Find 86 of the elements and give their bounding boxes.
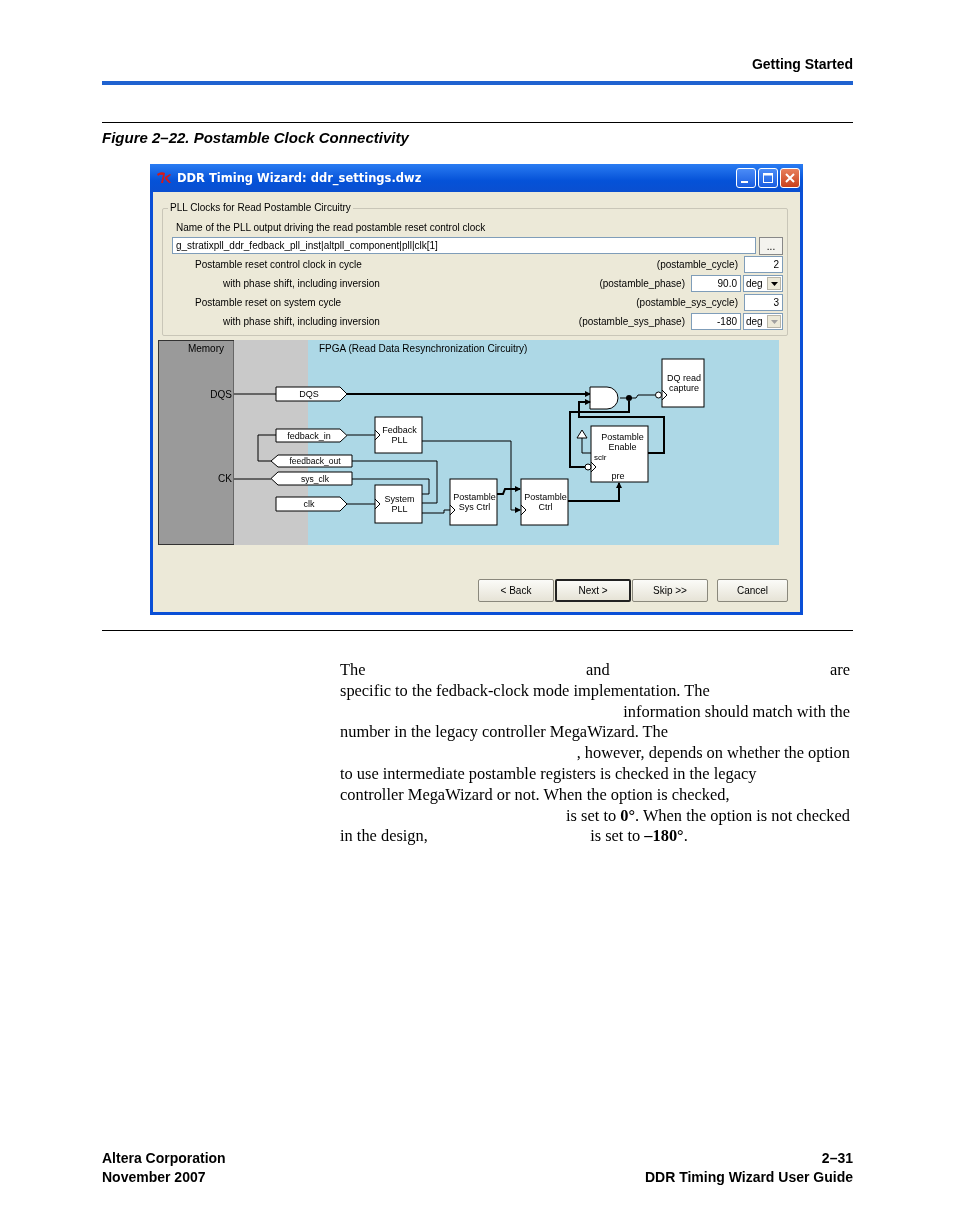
and-gate-icon [589, 386, 619, 410]
close-button[interactable] [780, 168, 800, 188]
block-label: DQ read capture [667, 373, 701, 393]
wire [233, 478, 272, 480]
setting-label: with phase shift, including inversion [222, 278, 381, 289]
minimize-icon [741, 181, 748, 183]
pin-label: DQS [299, 389, 319, 400]
clock-input-icon [520, 504, 527, 516]
clock-input-icon [374, 429, 381, 441]
group-legend: PLL Clocks for Read Postamble Circuitry [168, 202, 353, 213]
footer-text: Altera Corporation [102, 1149, 226, 1168]
logic-block [374, 416, 423, 454]
pin-name: pre [611, 471, 625, 481]
footer-text: 2–31 [821, 1149, 853, 1168]
value-field[interactable]: 2 [744, 256, 783, 273]
figure-caption: Figure 2–22. Postamble Clock Connectivity [102, 129, 409, 147]
parameter-name: (postamble_cycle) [656, 259, 738, 270]
setting-label: Postamble reset on system cycle [194, 297, 343, 308]
arrow [567, 482, 622, 502]
wizard-button[interactable]: Cancel [717, 579, 788, 602]
feather-icon [156, 171, 172, 185]
block-label: Postamble Enable [601, 432, 644, 452]
block-label: System PLL [384, 494, 415, 514]
dropdown-arrow-icon [770, 281, 778, 286]
port-label: CK [218, 473, 232, 484]
body-text: to use intermediate postamble registers is checked in the legacy [340, 764, 757, 785]
block-label: Postamble Sys Ctrl [453, 492, 496, 512]
region-label: FPGA (Read Data Resynchronization Circuitry) [319, 343, 528, 354]
body-text: specific to the fedback-clock mode implementation. The [340, 680, 710, 702]
section-title: Getting Started [751, 56, 853, 73]
minimize-button[interactable] [736, 168, 756, 188]
logic-block [374, 484, 423, 524]
unit-dropdown[interactable]: deg [743, 275, 783, 292]
parameter-name: (postamble_sys_cycle) [636, 297, 738, 308]
setting-label: with phase shift, including inversion [222, 316, 381, 327]
dropdown-arrow-icon [770, 319, 778, 324]
junction-dot-icon [626, 395, 632, 401]
maximize-icon [763, 173, 773, 183]
body-text: controller MegaWizard or not. When the option is checked, [340, 784, 730, 806]
block-label: Postamble Ctrl [524, 492, 567, 512]
clock-input-icon [374, 498, 381, 510]
wizard-button[interactable]: < Back [478, 579, 554, 602]
wizard-button[interactable]: Next > [555, 579, 631, 602]
pin-name: sclr [594, 453, 607, 462]
maximize-button[interactable] [758, 168, 778, 188]
body-text: number in the legacy controller MegaWizard. The [340, 722, 669, 744]
logic-block [590, 425, 649, 483]
body-text: are [830, 660, 850, 681]
body-text: information should match with the [623, 701, 850, 723]
footer-text: November 2007 [102, 1168, 207, 1187]
body-text: is set to 0°. When the option is not checked [566, 805, 850, 827]
logic-block [520, 478, 569, 526]
clock-input-icon [449, 504, 456, 516]
region-label: Memory [187, 343, 224, 354]
wizard-button[interactable]: Skip >> [632, 579, 708, 602]
value-field[interactable]: 90.0 [691, 275, 741, 292]
body-text: in the design, [340, 826, 428, 848]
setting-label: Postamble reset control clock in cycle [194, 259, 363, 270]
logic-block [449, 478, 498, 526]
triangle-icon [576, 429, 588, 439]
parameter-name: (postamble_phase) [599, 278, 685, 289]
body-text: and [585, 660, 610, 681]
body-text: is set to –180°. [590, 826, 688, 848]
wire [257, 434, 277, 462]
pll-output-field[interactable]: g_stratixpll_ddr_fedback_pll_inst|altpll_component|pll|clk[1] [172, 237, 756, 254]
logic-block [661, 358, 705, 408]
inversion-bubble-icon [655, 391, 662, 399]
block-label: Fedback PLL [382, 425, 417, 445]
body-text: , however, depends on whether the option [576, 743, 850, 764]
field-label: Name of the PLL output driving the read postamble reset control clock [176, 222, 487, 233]
port-label: DQS [210, 389, 232, 400]
inversion-bubble-icon [584, 463, 592, 471]
parameter-name: (postamble_sys_phase) [578, 316, 685, 327]
wire [233, 393, 277, 395]
pin-label: feedback_out [289, 456, 341, 467]
pin-label: fedback_in [287, 430, 331, 441]
footer-text: DDR Timing Wizard User Guide [644, 1168, 853, 1187]
pin-label: clk [303, 499, 315, 510]
window-title: DDR Timing Wizard: ddr_settings.dwz [177, 171, 423, 185]
body-text: The [340, 660, 366, 681]
browse-button[interactable]: ... [759, 237, 783, 255]
wire [421, 509, 451, 514]
wire [346, 434, 376, 436]
close-icon [785, 173, 795, 183]
value-field[interactable]: 3 [744, 294, 783, 311]
pin-label: sys_clk [301, 473, 329, 484]
